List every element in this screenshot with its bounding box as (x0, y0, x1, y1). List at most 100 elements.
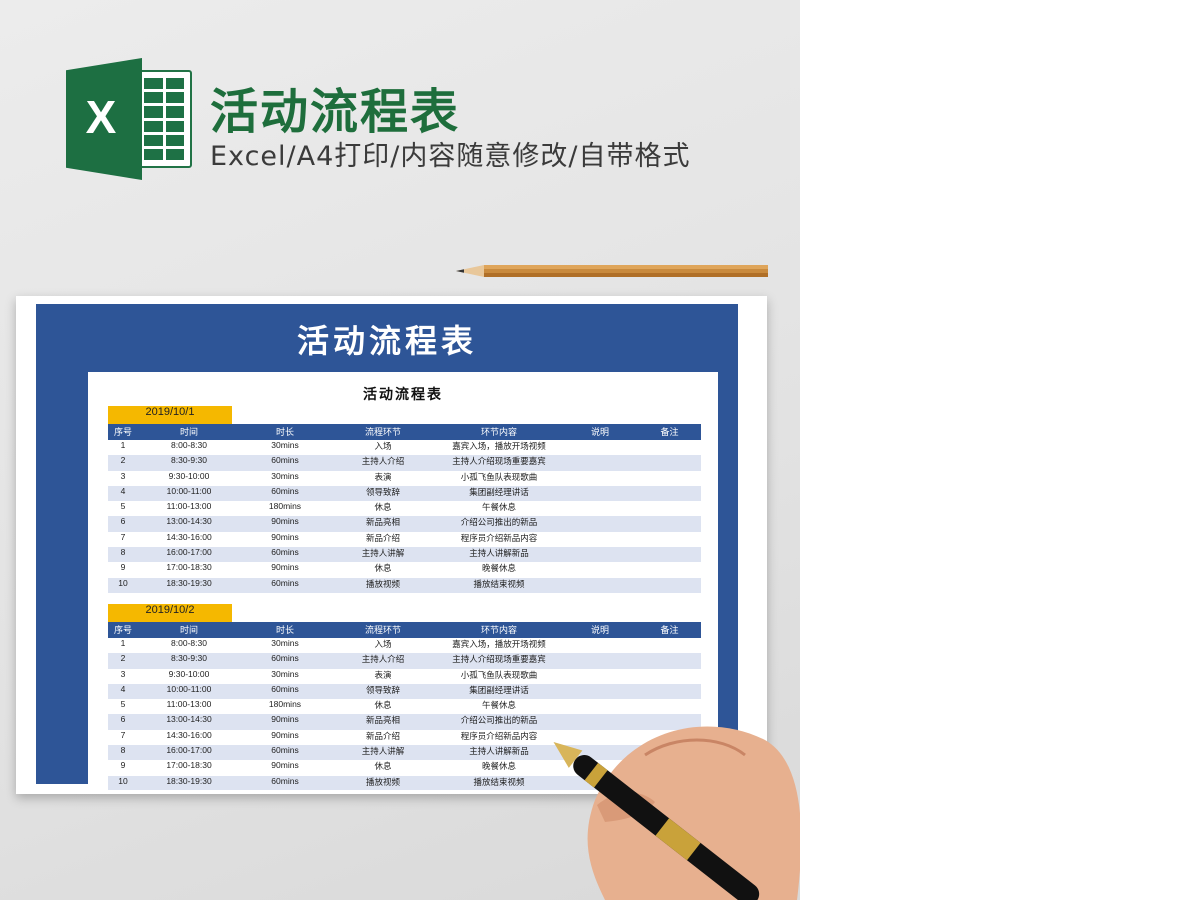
table-cell: 8 (120, 547, 126, 558)
date-tag: 2019/10/1 (108, 406, 232, 424)
table-cell (638, 501, 701, 516)
table-cell (562, 684, 638, 699)
table-cell: 集团副经理讲话 (469, 486, 529, 497)
table-cell (562, 578, 638, 593)
pencil-icon (456, 265, 768, 277)
table-cell: 8:00-8:30 (171, 440, 207, 450)
table-cell: 30mins (271, 638, 299, 648)
table-cell (638, 562, 701, 577)
table-cell: 3 (120, 470, 126, 481)
table-row: 1 8:00-8:30 30mins 入场 嘉宾入场，播放开场视频 (108, 440, 701, 455)
table-cell: 90mins (271, 531, 299, 542)
table-cell: 8 (120, 745, 126, 756)
table-cell (562, 669, 638, 684)
column-header: 流程环节 (364, 427, 401, 437)
table-cell: 60mins (271, 683, 299, 694)
column-header: 备注 (660, 427, 679, 437)
table-cell: 小孤飞鱼队表现歌曲 (460, 471, 538, 482)
table-cell (638, 516, 701, 531)
table-row: 6 13:00-14:30 90mins 新品亮相 介绍公司推出的新品 (108, 516, 701, 532)
table-row: 3 9:30-10:00 30mins 表演 小孤飞鱼队表现歌曲 (108, 669, 701, 684)
table-row: 2 8:30-9:30 60mins 主持人介绍 主持人介绍现场重要嘉宾 (108, 455, 701, 471)
table-row: 10 18:30-19:30 60mins 播放视频 播放结束视频 (108, 577, 701, 593)
table-cell (562, 486, 638, 501)
table-row: 8 16:00-17:00 60mins 主持人讲解 主持人讲解新品 (108, 547, 701, 563)
table-cell: 10 (118, 577, 128, 588)
preview-stage: X 活动流程表 Excel/A4打印/内容随意修改/自带格式 活动流程表 活动流… (0, 0, 800, 900)
table-cell (562, 547, 638, 562)
table-cell: 介绍公司推出的新品 (460, 517, 538, 528)
table-cell: 表演 (374, 669, 392, 680)
table-cell: 10 (118, 775, 128, 786)
table-cell: 嘉宾入场，播放开场视频 (452, 639, 546, 649)
table-cell: 7 (120, 729, 126, 740)
table-cell: 8:30-9:30 (171, 455, 207, 466)
table-cell: 主持人讲解 (361, 548, 405, 559)
table-cell: 90mins (271, 729, 299, 740)
column-header: 说明 (590, 427, 609, 437)
table-cell: 领导致辞 (365, 486, 400, 497)
table-cell: 休息 (374, 700, 392, 711)
table-cell (638, 638, 701, 653)
table-cell: 程序员介绍新品内容 (460, 532, 538, 543)
table-cell: 60mins (271, 485, 299, 496)
column-header: 序号 (113, 427, 132, 437)
table-cell (638, 532, 701, 547)
table-row: 1 8:00-8:30 30mins 入场 嘉宾入场，播放开场视频 (108, 638, 701, 653)
table-cell: 新品亮相 (365, 517, 400, 528)
table-cell: 主持人介绍现场重要嘉宾 (452, 654, 546, 665)
schedule-table: 序号 时间 时长 流程环节 环节内容 说明 备注 1 8:00-8:30 30mins 入场 嘉宾入场… (108, 424, 701, 593)
table-cell: 休息 (374, 761, 392, 772)
table-cell: 8:00-8:30 (171, 638, 207, 648)
table-cell: 90mins (271, 516, 299, 527)
table-cell: 10:00-11:00 (166, 485, 212, 496)
table-cell (562, 455, 638, 470)
table-cell: 1 (120, 638, 126, 648)
table-cell: 嘉宾入场，播放开场视频 (452, 441, 546, 451)
column-header: 环节内容 (480, 625, 517, 635)
table-cell (562, 516, 638, 531)
table-cell: 6 (120, 516, 126, 527)
table-row: 4 10:00-11:00 60mins 领导致辞 集团副经理讲话 (108, 683, 701, 700)
hero-subtitle: Excel/A4打印/内容随意修改/自带格式 (210, 141, 691, 172)
table-cell: 主持人介绍现场重要嘉宾 (452, 456, 546, 467)
table-cell: 5 (120, 699, 126, 710)
column-header: 说明 (590, 625, 609, 635)
table-cell (638, 455, 701, 470)
column-header: 备注 (660, 625, 679, 635)
table-cell: 13:00-14:30 (166, 516, 212, 527)
table-cell: 7 (120, 531, 126, 542)
table-cell: 90mins (271, 562, 299, 573)
table-cell: 播放视频 (365, 578, 400, 589)
table-cell: 30mins (271, 668, 299, 679)
table-cell: 9:30-10:00 (168, 470, 210, 481)
table-cell (638, 669, 701, 684)
table-cell: 午餐休息 (481, 502, 516, 513)
hero-title: 活动流程表 (210, 84, 461, 140)
table-cell (562, 562, 638, 577)
table-cell: 休息 (374, 502, 392, 513)
table-cell: 14:30-16:00 (166, 531, 212, 542)
table-cell: 播放视频 (365, 776, 400, 787)
table-cell: 30mins (271, 440, 299, 450)
table-cell: 新品介绍 (365, 730, 400, 741)
table-cell: 16:00-17:00 (166, 745, 212, 756)
table-cell: 11:00-13:00 (166, 501, 212, 512)
table-cell (562, 471, 638, 486)
table-cell (638, 578, 701, 593)
table-cell: 主持人介绍 (361, 654, 405, 665)
table-cell: 晚餐休息 (481, 563, 516, 574)
table-cell: 9:30-10:00 (168, 668, 210, 679)
table-cell (562, 638, 638, 653)
table-cell: 14:30-16:00 (166, 729, 212, 740)
table-cell: 主持人讲解新品 (469, 548, 529, 559)
table-cell: 13:00-14:30 (166, 714, 212, 725)
table-cell: 18:30-19:30 (166, 775, 212, 786)
table-cell: 180mins (268, 501, 302, 512)
sheet-title: 活动流程表 (363, 387, 443, 403)
table-cell: 60mins (271, 775, 299, 786)
table-cell: 18:30-19:30 (166, 577, 212, 588)
table-cell: 9 (120, 562, 126, 573)
table-cell: 4 (120, 485, 126, 496)
table-row: 7 14:30-16:00 90mins 新品介绍 程序员介绍新品内容 (108, 532, 701, 547)
